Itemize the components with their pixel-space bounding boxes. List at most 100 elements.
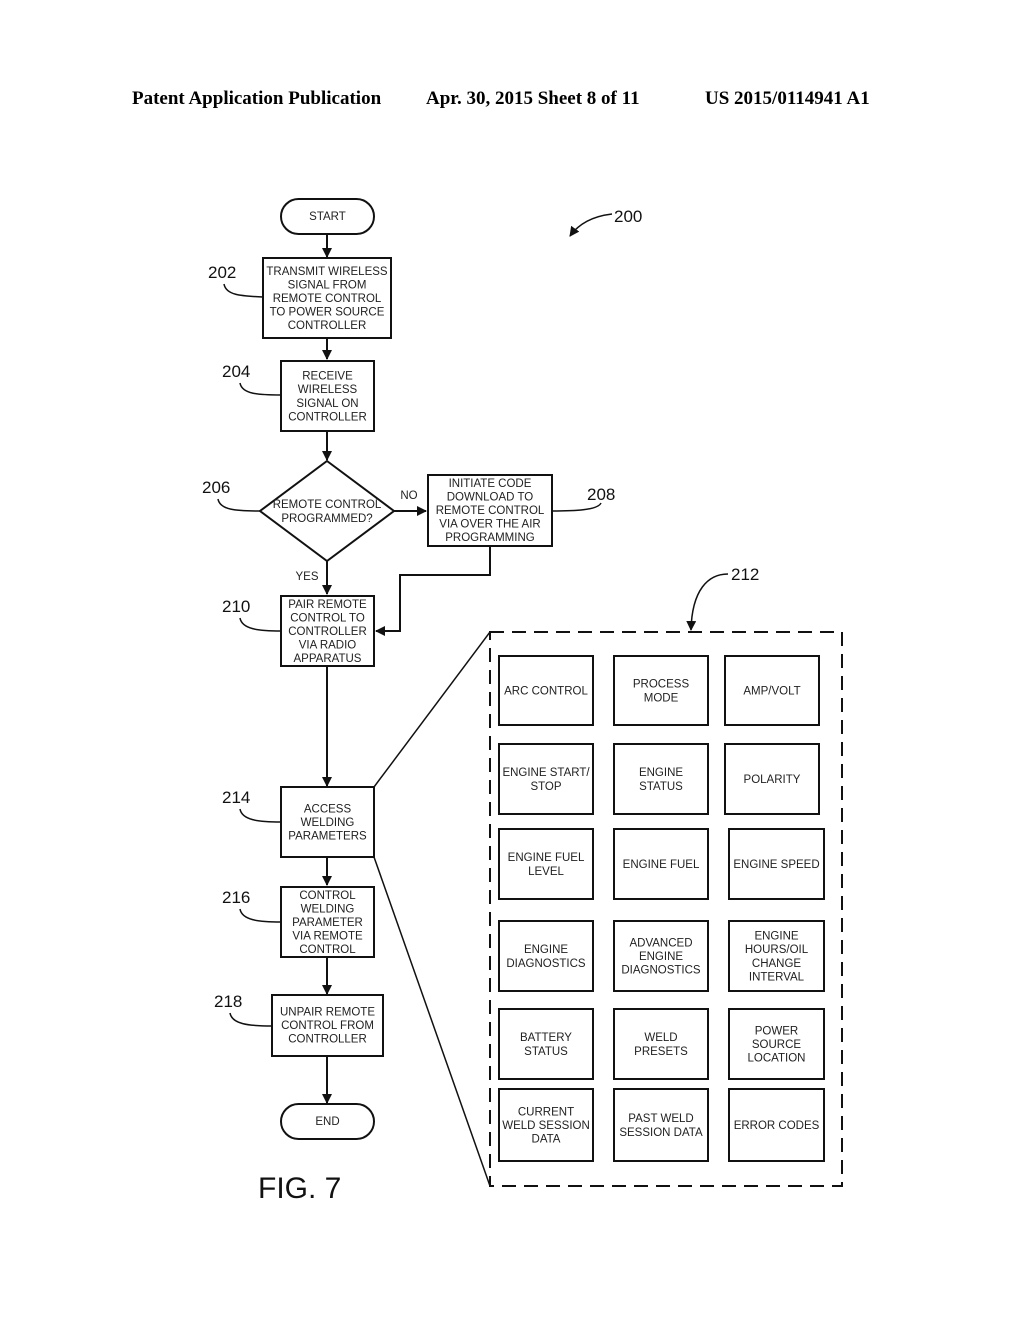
step-204-box: RECEIVEWIRELESS SIGNAL ONCONTROLLER [280, 360, 375, 432]
parameter-text-line: STOP [530, 781, 561, 793]
step-204-text-line: CONTROLLER [288, 411, 367, 423]
svg-text:START: START [309, 211, 346, 223]
parameter-box: ENGINE FUEL LEVEL [498, 828, 594, 900]
ref-202: 202 [208, 263, 236, 282]
ref-210: 210 [222, 597, 250, 616]
parameter-box: ENGINE STATUS [613, 743, 709, 815]
yes-label: YES [295, 571, 318, 583]
parameter-text-line: STATUS [524, 1046, 568, 1058]
parameter-text-line: POWER [755, 1025, 798, 1037]
parameter-text-line: ENGINE [754, 931, 798, 943]
parameter-text-line: STATUS [639, 781, 683, 793]
parameter-text-line: DIAGNOSTICS [621, 965, 701, 977]
parameter-box: ADVANCED ENGINE DIAGNOSTICS [613, 920, 709, 992]
parameter-box: POWER SOURCE LOCATION [728, 1008, 825, 1080]
parameter-box: ARC CONTROL [498, 655, 594, 726]
step-210-text-line: CONTROLLER [288, 626, 367, 638]
parameter-text-line: MODE [644, 692, 679, 704]
parameter-text-line: ERROR CODES [734, 1120, 820, 1132]
step-218-box: UNPAIR REMOTE CONTROL FROM CONTROLLER [271, 994, 384, 1057]
parameter-box: CURRENT WELD SESSION DATA [498, 1088, 594, 1162]
step-216-text-line: WELDING [301, 903, 355, 915]
step-210-text-line: PAIR REMOTE [288, 599, 367, 611]
decision-206: REMOTE CONTROL PROGRAMMED? [258, 459, 396, 563]
parameter-text-line: LOCATION [748, 1053, 806, 1065]
parameter-text-line: HOURS/OIL [745, 944, 809, 956]
parameter-box: PAST WELD SESSION DATA [613, 1088, 709, 1162]
ref-206: 206 [202, 478, 230, 497]
parameter-text-line: SESSION DATA [619, 1127, 703, 1139]
step-208-text-line: PROGRAMMING [445, 532, 535, 544]
svg-text:END: END [315, 1116, 339, 1128]
step-208-text-line: REMOTE CONTROL [436, 505, 545, 517]
step-216-text-line: PARAMETER [292, 917, 363, 929]
parameter-text-line: CHANGE [752, 958, 802, 970]
step-202-text-line: TRANSMIT WIRELESS [266, 266, 388, 278]
step-202-text-line: REMOTE CONTROL [273, 293, 382, 305]
step-216-box: CONTROLWELDINGPARAMETERVIA REMOTECONTROL [280, 886, 375, 958]
step-208-text-line: VIA OVER THE AIR [439, 519, 540, 531]
step-214-text-line: WELDING [301, 817, 355, 829]
parameter-text-line: PRESETS [634, 1046, 688, 1058]
expansion-line-bottom [373, 856, 491, 1187]
parameter-text-line: AMP/VOLT [743, 686, 800, 698]
step-216-text-line: VIA REMOTE [292, 931, 363, 943]
ref-204: 204 [222, 362, 250, 381]
step-204-text-line: SIGNAL ON [296, 398, 358, 410]
parameter-text-line: INTERVAL [749, 971, 805, 983]
parameter-text-line: ENGINE START/ [502, 767, 590, 779]
step-216-text-line: CONTROL [299, 890, 356, 902]
step-214-box: ACCESS WELDING PARAMETERS [280, 786, 375, 858]
step-208-text-line: INITIATE CODE [449, 478, 532, 490]
step-210-text-line: APPARATUS [294, 653, 362, 665]
ref-212: 212 [731, 565, 759, 584]
step-206-text-line: REMOTE CONTROL [273, 499, 382, 511]
parameter-box: POLARITY [724, 743, 820, 815]
step-204-text-line: RECEIVE [302, 371, 353, 383]
leader-214 [239, 808, 282, 823]
step-202-box: TRANSMIT WIRELESSSIGNAL FROM REMOTE CONTR… [262, 257, 392, 339]
step-210-text-line: CONTROL TO [290, 612, 365, 624]
ref-200-arrow [569, 213, 613, 237]
expansion-line-top [373, 631, 491, 788]
parameter-text-line: ARC CONTROL [504, 686, 588, 698]
parameter-box: PROCESSMODE [613, 655, 709, 726]
leader-206 [217, 498, 261, 512]
parameter-text-line: ENGINE [639, 951, 683, 963]
step-210-box: PAIR REMOTECONTROL TO CONTROLLER VIA RADIO… [280, 595, 375, 667]
step-208-text-line: DOWNLOAD TO [447, 491, 534, 503]
parameter-text-line: CURRENT [518, 1106, 574, 1118]
parameter-box: ENGINEHOURS/OIL CHANGEINTERVAL [728, 920, 825, 992]
ref-218: 218 [214, 992, 242, 1011]
ref-216: 216 [222, 888, 250, 907]
parameter-text-line: WELD [644, 1032, 677, 1044]
leader-210 [239, 617, 282, 632]
flowchart-diagram: 200 START TRANSMIT WIRELESSSIGNAL FROM RE… [202, 198, 843, 1205]
parameter-text-line: LEVEL [528, 866, 564, 878]
parameter-text-line: DATA [532, 1134, 561, 1146]
leader-204 [239, 382, 282, 396]
parameter-grid: ARC CONTROL PROCESSMODE AMP/VOLT ENGINE STA… [498, 655, 825, 1162]
parameter-box: ENGINE DIAGNOSTICS [498, 920, 594, 992]
step-202-text-line: CONTROLLER [288, 320, 367, 332]
step-214-text-line: PARAMETERS [288, 831, 367, 843]
parameter-box: ENGINE SPEED [728, 828, 825, 900]
start-terminal: START [280, 198, 375, 235]
parameter-box: WELD PRESETS [613, 1008, 709, 1080]
step-202-text-line: TO POWER SOURCE [270, 307, 385, 319]
parameter-text-line: ENGINE FUEL [623, 859, 700, 871]
step-218-text-line: CONTROLLER [288, 1034, 367, 1046]
leader-208 [551, 502, 602, 512]
step-210-text-line: VIA RADIO [299, 640, 357, 652]
leader-202 [223, 283, 264, 298]
return-arrow-208-to-210 [375, 546, 491, 636]
ref-208: 208 [587, 485, 615, 504]
parameter-text-line: ENGINE SPEED [733, 859, 819, 871]
ref-214: 214 [222, 788, 250, 807]
parameter-text-line: SOURCE [752, 1039, 802, 1051]
end-terminal: END [280, 1103, 375, 1140]
parameter-box: ENGINE FUEL [613, 828, 709, 900]
parameter-text-line: PROCESS [633, 679, 690, 691]
parameter-text-line: ADVANCED [629, 937, 692, 949]
step-218-text-line: CONTROL FROM [281, 1020, 374, 1032]
